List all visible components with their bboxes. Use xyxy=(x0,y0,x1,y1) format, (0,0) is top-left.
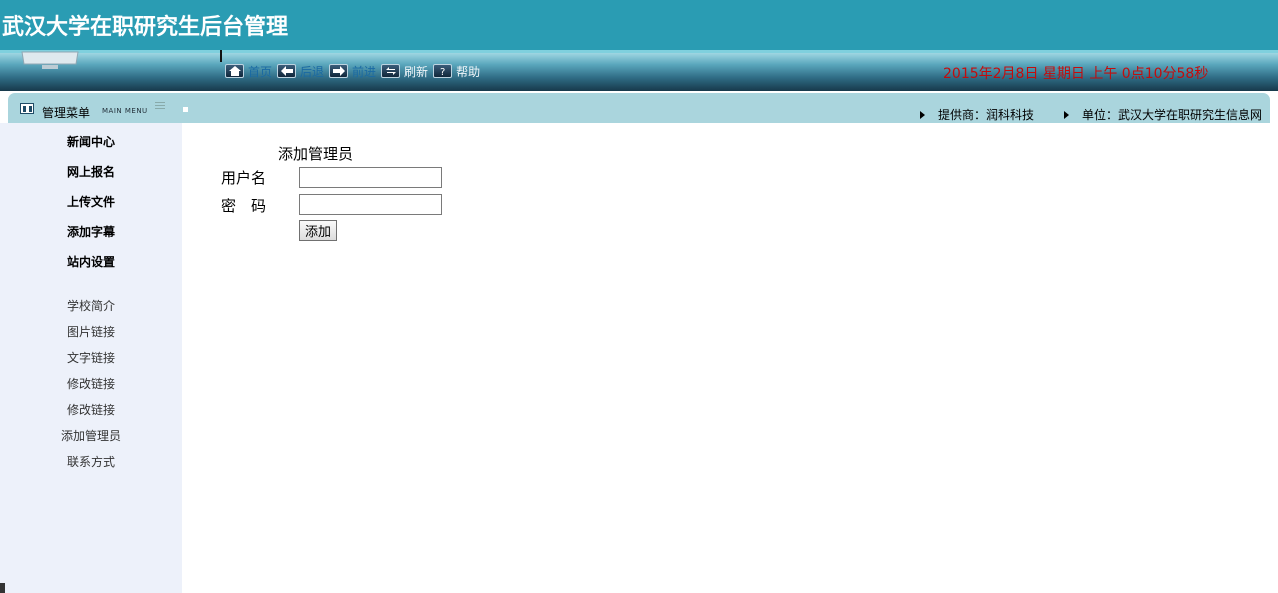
forward-arrow-icon xyxy=(329,64,349,78)
menu-bar: 管理菜单 MAIN MENU 提供商：润科科技 单位：武汉大学在职研究生信息网 xyxy=(8,93,1270,123)
sidebar-subitem-contact[interactable]: 联系方式 xyxy=(0,453,182,470)
header-banner: 武汉大学在职研究生后台管理 首页 后退 前进 刷新 ? 帮助 2015年2月8日… xyxy=(0,0,1278,91)
sidebar-item-site-settings[interactable]: 站内设置 xyxy=(0,253,182,270)
nav-help-button[interactable]: ? 帮助 xyxy=(433,63,480,80)
refresh-icon xyxy=(381,64,401,78)
menu-grid-icon xyxy=(20,103,34,114)
password-input[interactable] xyxy=(299,194,442,215)
sidebar-subitem-image-links[interactable]: 图片链接 xyxy=(0,323,182,340)
menu-title-english: MAIN MENU xyxy=(102,107,148,115)
provider-text: 提供商：润科科技 xyxy=(938,108,1035,122)
triangle-bullet-icon xyxy=(920,110,925,119)
nav-home-button[interactable]: 首页 xyxy=(225,63,272,80)
menu-lines-icon xyxy=(155,102,165,112)
app-title: 武汉大学在职研究生后台管理 xyxy=(2,14,289,40)
sidebar-subitem-school-intro[interactable]: 学校简介 xyxy=(0,297,182,314)
svg-text:?: ? xyxy=(440,67,445,76)
monitor-graphic-icon xyxy=(21,51,79,69)
unit-info: 单位：武汉大学在职研究生信息网 xyxy=(1064,106,1262,123)
nav-home-label: 首页 xyxy=(248,64,273,79)
nav-refresh-label: 刷新 xyxy=(404,64,429,79)
sidebar-subitem-edit-links[interactable]: 修改链接 xyxy=(0,375,182,392)
unit-text: 单位：武汉大学在职研究生信息网 xyxy=(1082,108,1263,122)
username-input[interactable] xyxy=(299,167,442,188)
sidebar-subitem-edit-links-2[interactable]: 修改链接 xyxy=(0,401,182,418)
nav-forward-label: 前进 xyxy=(352,64,377,79)
nav-forward-button[interactable]: 前进 xyxy=(329,63,376,80)
home-icon xyxy=(225,64,244,78)
main-content: 添加管理员 用户名 密 码 添加 xyxy=(182,123,1278,593)
back-arrow-icon xyxy=(277,64,297,78)
provider-info: 提供商：润科科技 xyxy=(920,106,1034,123)
nav-help-label: 帮助 xyxy=(456,64,481,79)
triangle-bullet-icon xyxy=(1064,110,1069,119)
sidebar-item-add-subtitle[interactable]: 添加字幕 xyxy=(0,223,182,240)
sidebar-subitem-add-admin[interactable]: 添加管理员 xyxy=(0,427,182,444)
sidebar-item-online-registration[interactable]: 网上报名 xyxy=(0,163,182,180)
sidebar: 新闻中心 网上报名 上传文件 添加字幕 站内设置 学校简介 图片链接 文字链接 … xyxy=(0,123,182,593)
add-button[interactable]: 添加 xyxy=(299,220,337,241)
menu-title: 管理菜单 xyxy=(42,106,91,120)
help-icon: ? xyxy=(433,64,453,78)
nav-back-button[interactable]: 后退 xyxy=(277,63,324,80)
username-label: 用户名 xyxy=(221,169,267,187)
nav-toolbar: 首页 后退 前进 刷新 ? 帮助 xyxy=(225,63,485,79)
sidebar-item-news-center[interactable]: 新闻中心 xyxy=(0,133,182,150)
nav-back-label: 后退 xyxy=(300,64,325,79)
form-heading: 添加管理员 xyxy=(278,145,354,163)
pen-graphic-icon xyxy=(220,50,222,62)
password-label: 密 码 xyxy=(221,197,267,215)
corner-mark xyxy=(0,583,5,593)
sidebar-item-upload-file[interactable]: 上传文件 xyxy=(0,193,182,210)
menu-dot-icon xyxy=(183,107,188,112)
datetime-clock: 2015年2月8日 星期日 上午 0点10分58秒 xyxy=(943,66,1209,82)
nav-refresh-button[interactable]: 刷新 xyxy=(381,63,428,80)
sidebar-subitem-text-links[interactable]: 文字链接 xyxy=(0,349,182,366)
